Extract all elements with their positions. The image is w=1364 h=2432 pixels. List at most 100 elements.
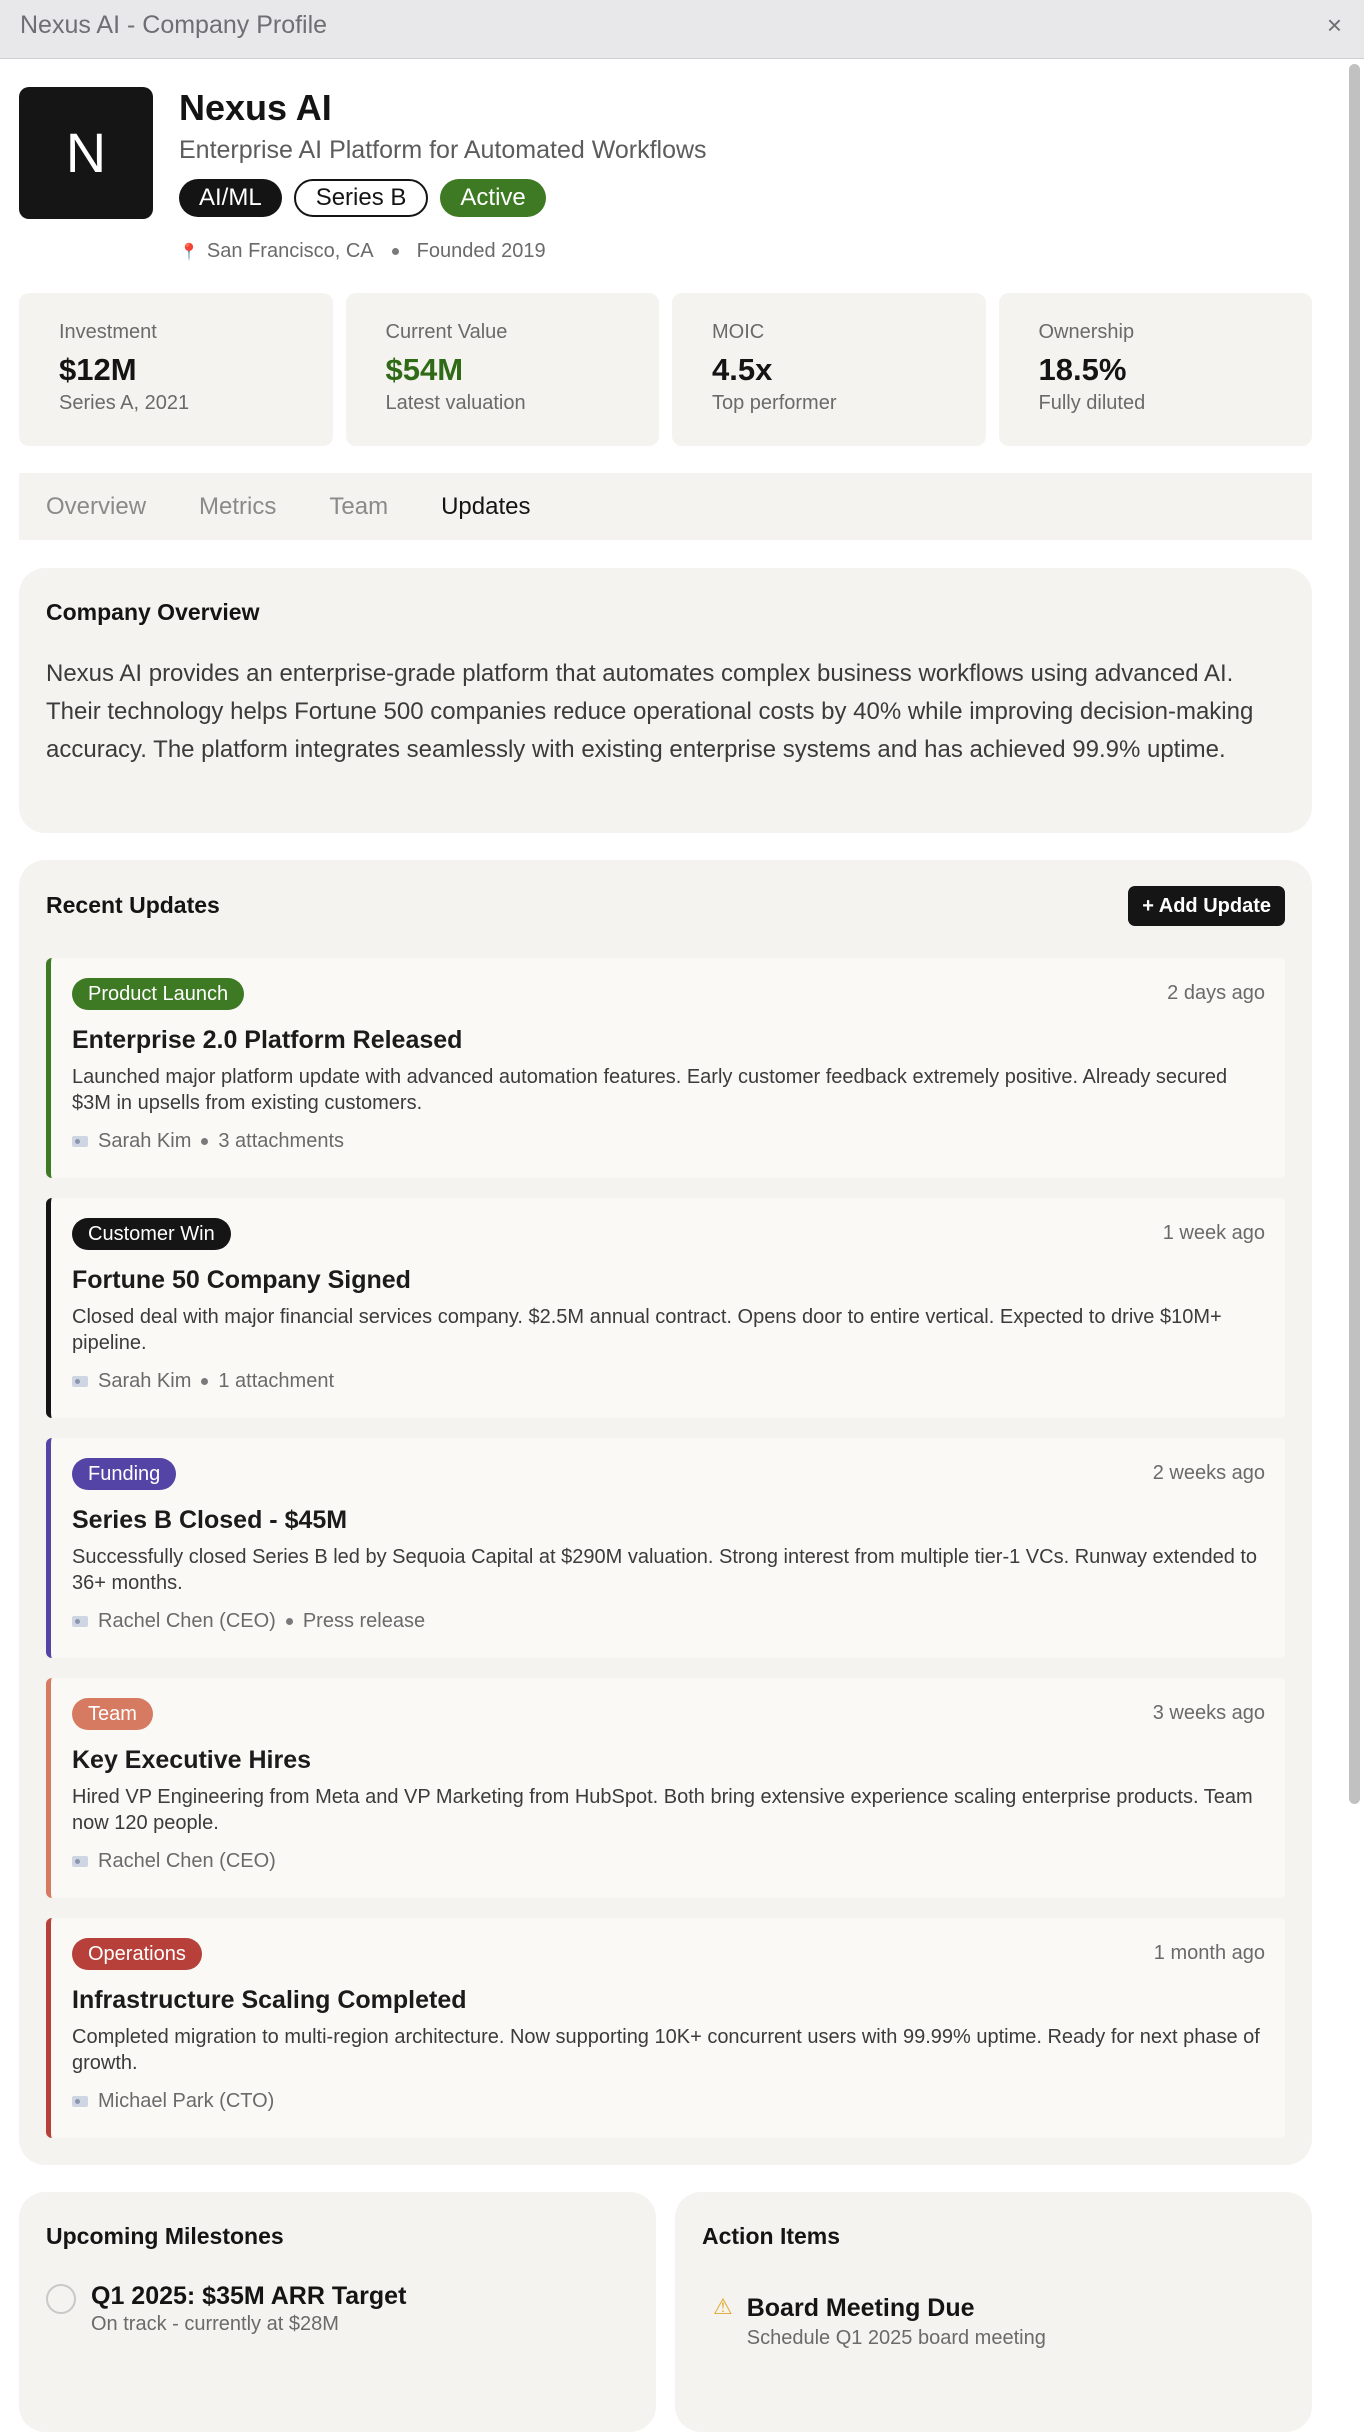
update-category-badge: Funding (72, 1458, 177, 1490)
update-body: Closed deal with major financial service… (72, 1306, 1222, 1354)
company-tags: AI/ML Series B Active (179, 179, 546, 217)
update-meta: Rachel Chen (CEO) Press release (72, 1610, 425, 1633)
recent-updates-card: Recent Updates + Add Update Product Laun… (19, 860, 1312, 2165)
stat-sub: Top performer (712, 392, 837, 414)
separator-dot (201, 1138, 209, 1145)
update-item[interactable]: Team 3 weeks ago Key Executive Hires Hired … (46, 1678, 1285, 1898)
actions-title: Action Items (702, 2223, 841, 2249)
overview-title: Company Overview (46, 599, 260, 625)
update-time: 3 weeks ago (1152, 1702, 1265, 1724)
company-founded: Founded 2019 (416, 240, 546, 262)
update-meta: Rachel Chen (CEO) (72, 1850, 276, 1873)
tag-sector: AI/ML (179, 179, 282, 217)
stat-sub: Fully diluted (1038, 392, 1146, 414)
update-title: Infrastructure Scaling Completed (72, 1986, 467, 2014)
stat-value: 4.5x (712, 352, 773, 387)
close-icon[interactable]: × (1327, 12, 1342, 38)
update-title: Series B Closed - $45M (72, 1506, 348, 1534)
stat-moic: MOIC 4.5x Top performer (672, 293, 986, 446)
action-title: Board Meeting Due (746, 2294, 975, 2322)
milestone-sub: On track - currently at $28M (91, 2313, 339, 2335)
map-pin-icon: 📍 (179, 243, 199, 261)
update-time: 1 month ago (1153, 1942, 1265, 1964)
user-card-icon (72, 1616, 88, 1627)
company-meta: 📍 San Francisco, CA Founded 2019 (179, 240, 546, 263)
update-meta: Sarah Kim 1 attachment (72, 1370, 334, 1393)
user-card-icon (72, 1376, 88, 1387)
update-meta: Michael Park (CTO) (72, 2090, 274, 2113)
update-title: Fortune 50 Company Signed (72, 1266, 411, 1294)
stats-row: Investment $12M Series A, 2021 Current V… (19, 293, 1312, 446)
update-extra[interactable]: 1 attachment (218, 1370, 334, 1393)
add-update-button[interactable]: + Add Update (1128, 886, 1285, 926)
action-items-card: Action Items ⚠ Board Meeting Due Schedul… (675, 2192, 1312, 2432)
update-body: Completed migration to multi-region arch… (72, 2026, 1260, 2074)
window-titlebar: Nexus AI - Company Profile × (0, 0, 1364, 59)
window-title: Nexus AI - Company Profile (20, 11, 328, 39)
update-title: Key Executive Hires (72, 1746, 312, 1774)
update-time: 2 weeks ago (1152, 1462, 1265, 1484)
update-author: Rachel Chen (CEO) (98, 1850, 276, 1872)
tab-overview[interactable]: Overview (46, 493, 146, 521)
stat-label: Ownership (1038, 321, 1135, 343)
tab-updates[interactable]: Updates (441, 493, 530, 521)
company-logo: N (19, 87, 153, 219)
stat-value: $54M (385, 352, 464, 387)
update-item[interactable]: Operations 1 month ago Infrastructure Scal… (46, 1918, 1285, 2138)
update-body: Hired VP Engineering from Meta and VP Ma… (72, 1786, 1253, 1834)
user-card-icon (72, 1136, 88, 1147)
update-author: Rachel Chen (CEO) (98, 1610, 276, 1632)
milestone-checkbox[interactable] (46, 2284, 76, 2314)
update-meta: Sarah Kim 3 attachments (72, 1130, 344, 1153)
stat-label: MOIC (712, 321, 765, 343)
separator-dot (201, 1378, 209, 1385)
tab-bar: Overview Metrics Team Updates (19, 473, 1312, 540)
update-body: Successfully closed Series B led by Sequ… (72, 1546, 1258, 1594)
stat-investment: Investment $12M Series A, 2021 (19, 293, 333, 446)
stat-current-value: Current Value $54M Latest valuation (345, 293, 659, 446)
update-author: Sarah Kim (98, 1370, 192, 1392)
update-category-badge: Customer Win (72, 1218, 231, 1250)
update-title: Enterprise 2.0 Platform Released (72, 1026, 463, 1054)
update-category-badge: Operations (72, 1938, 202, 1970)
action-sub: Schedule Q1 2025 board meeting (746, 2327, 1046, 2349)
milestone-title: Q1 2025: $35M ARR Target (91, 2282, 407, 2310)
company-tagline: Enterprise AI Platform for Automated Wor… (179, 136, 707, 164)
update-author: Sarah Kim (98, 1130, 192, 1152)
company-location: San Francisco, CA (206, 240, 374, 262)
stat-ownership: Ownership 18.5% Fully diluted (998, 293, 1312, 446)
scrollbar[interactable] (1344, 60, 1364, 2342)
tag-status: Active (440, 179, 546, 217)
user-card-icon (72, 2096, 88, 2107)
update-body: Launched major platform update with adva… (72, 1066, 1228, 1114)
update-category-badge: Product Launch (72, 978, 245, 1010)
updates-title: Recent Updates (46, 892, 220, 918)
stat-sub: Series A, 2021 (59, 392, 190, 414)
milestones-title: Upcoming Milestones (46, 2223, 284, 2249)
overview-body: Nexus AI provides an enterprise-grade pl… (46, 660, 1254, 763)
update-item[interactable]: Product Launch 2 days ago Enterprise 2.0 P… (46, 958, 1285, 1178)
update-extra[interactable]: 3 attachments (218, 1130, 344, 1153)
user-card-icon (72, 1856, 88, 1867)
update-item[interactable]: Customer Win 1 week ago Fortune 50 Company… (46, 1198, 1285, 1418)
separator-dot (391, 248, 399, 255)
update-time: 1 week ago (1162, 1222, 1265, 1244)
upcoming-milestones-card: Upcoming Milestones Q1 2025: $35M ARR Ta… (19, 2192, 656, 2432)
milestone-item[interactable]: Q1 2025: $35M ARR Target On track - curr… (46, 2282, 406, 2336)
scrollbar-thumb[interactable] (1349, 64, 1360, 1804)
update-time: 2 days ago (1167, 982, 1265, 1004)
company-overview-card: Company Overview Nexus AI provides an en… (19, 568, 1312, 833)
tab-metrics[interactable]: Metrics (199, 493, 276, 521)
stat-label: Current Value (385, 321, 508, 343)
stat-sub: Latest valuation (385, 392, 526, 414)
stat-value: 18.5% (1038, 352, 1127, 387)
update-item[interactable]: Funding 2 weeks ago Series B Closed - $45M… (46, 1438, 1285, 1658)
tag-stage: Series B (293, 179, 429, 217)
company-name: Nexus AI (179, 87, 332, 128)
stat-label: Investment (59, 321, 157, 343)
separator-dot (285, 1618, 293, 1625)
update-extra[interactable]: Press release (303, 1610, 425, 1633)
tab-team[interactable]: Team (329, 493, 388, 521)
stat-value: $12M (59, 352, 137, 387)
update-author: Michael Park (CTO) (98, 2090, 275, 2112)
